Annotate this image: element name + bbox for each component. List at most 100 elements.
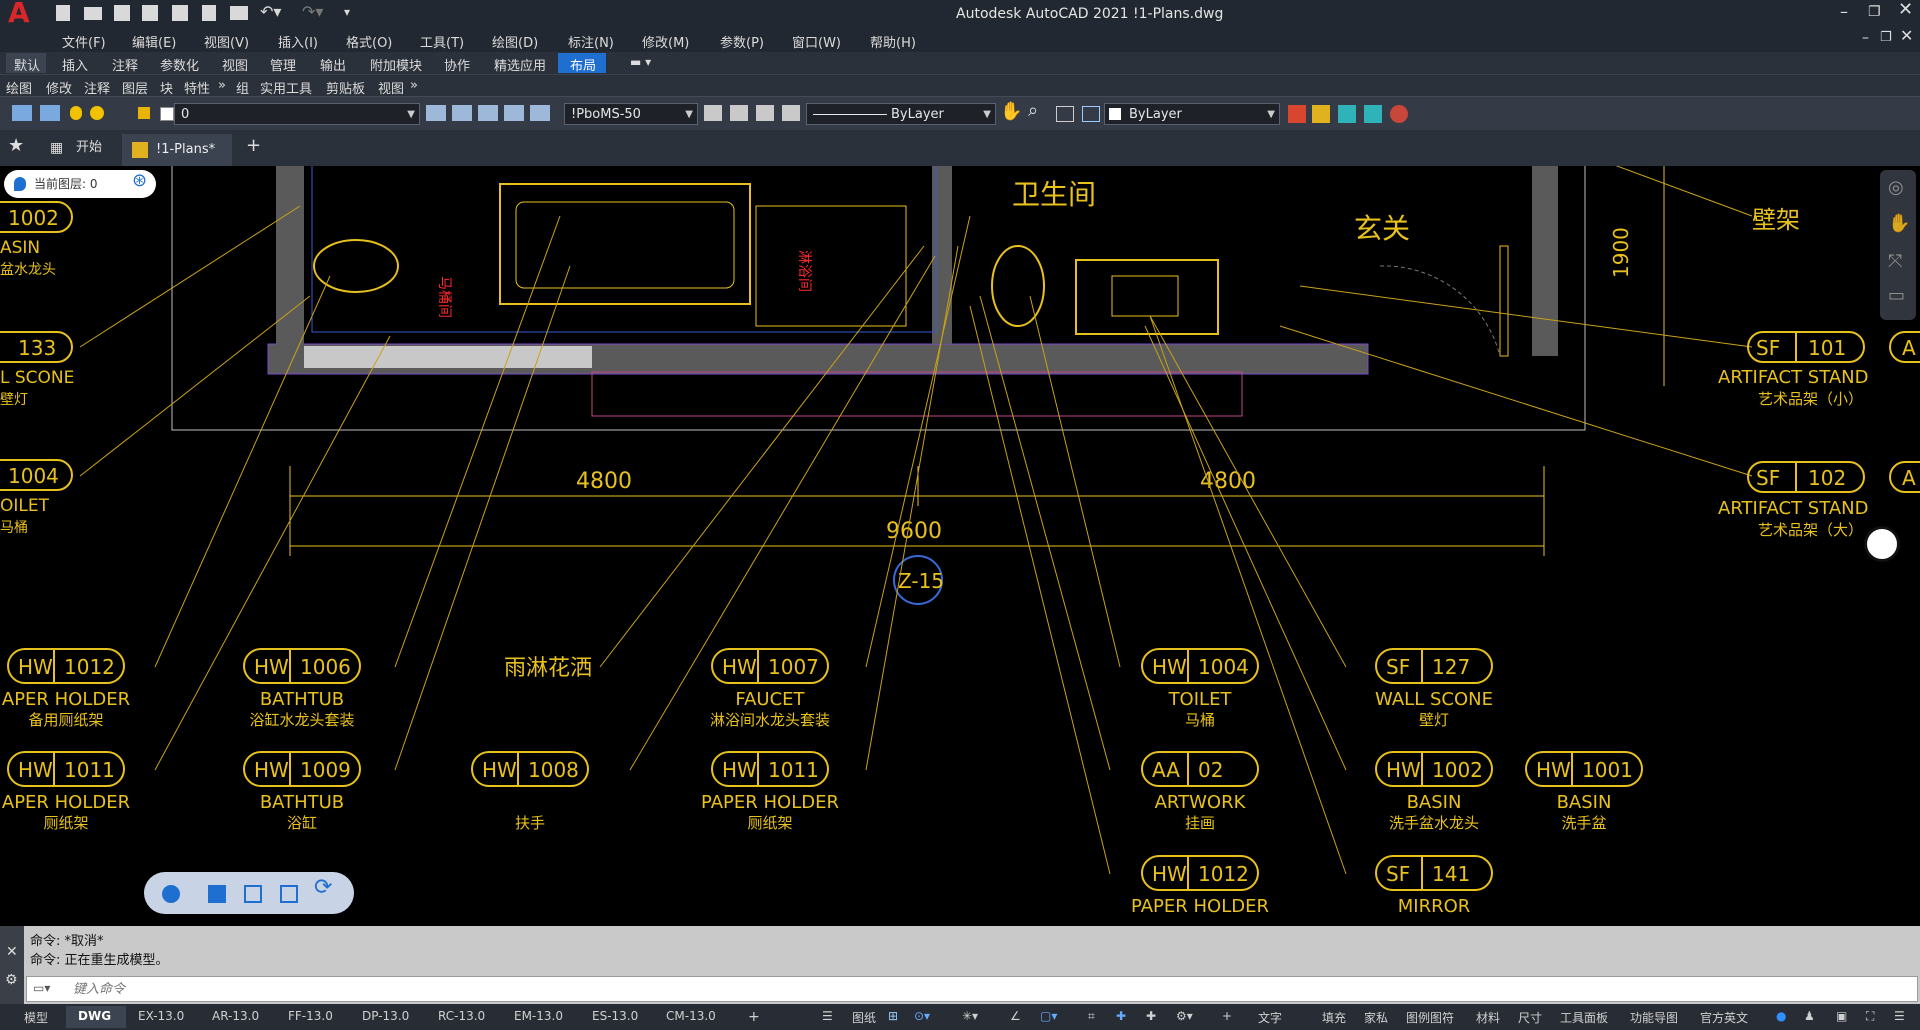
menu-parameter[interactable]: 参数(P) (720, 32, 764, 51)
open-file-icon[interactable] (84, 7, 102, 20)
panel-expand-2[interactable]: » (410, 78, 418, 93)
grid-icon[interactable]: ⊞ (888, 1009, 898, 1023)
polar-icon[interactable]: ∠ (1010, 1009, 1021, 1023)
nav-orbit-icon[interactable]: ▭ (1888, 287, 1905, 305)
star-icon[interactable]: ★ (8, 137, 24, 155)
customize-qat-icon[interactable]: ▾ (344, 4, 350, 20)
new-file-icon[interactable] (56, 5, 70, 21)
ribbon-toggle-icon[interactable]: ▬ ▾ (630, 54, 651, 70)
panel-clipboard[interactable]: 剪贴板 (326, 78, 365, 97)
panel-group[interactable]: 组 (236, 78, 249, 97)
panel-layers[interactable]: 图层 (122, 78, 148, 97)
tab-manage[interactable]: 管理 (270, 55, 296, 74)
new-tab-button[interactable]: + (246, 137, 261, 155)
tab-rc[interactable]: RC-13.0 (438, 1009, 485, 1023)
tool-yellow-icon[interactable] (1312, 105, 1330, 123)
tab-ff[interactable]: FF-13.0 (288, 1009, 333, 1023)
tab-em[interactable]: EM-13.0 (514, 1009, 563, 1023)
layer-previous-icon[interactable] (452, 105, 472, 121)
command-prompt-icon[interactable]: ▭▾ (33, 980, 50, 996)
plugin-logo-icon[interactable] (1864, 526, 1900, 562)
tab-collaborate[interactable]: 协作 (444, 55, 470, 74)
annotation-visibility-icon[interactable]: ✚ (1116, 1009, 1126, 1023)
layer-lock-icon[interactable] (138, 107, 150, 119)
status-official-english[interactable]: 官方英文 (1700, 1009, 1748, 1026)
doc-restore-icon[interactable]: ❐ (1880, 30, 1892, 46)
tool-red-icon-1[interactable] (1288, 105, 1306, 123)
save-icon[interactable] (114, 5, 130, 21)
menu-draw[interactable]: 绘图(D) (492, 32, 538, 51)
hardware-accel-icon[interactable]: ▣ (1836, 1009, 1847, 1023)
tab-ar[interactable]: AR-13.0 (212, 1009, 259, 1023)
menu-window[interactable]: 窗口(W) (792, 32, 841, 51)
undo-icon[interactable]: ↶▾ (260, 4, 281, 20)
layer-off-icon[interactable] (530, 105, 550, 121)
steeringwheel-icon[interactable]: ◎ (1888, 179, 1904, 197)
panel-draw[interactable]: 绘图 (6, 78, 32, 97)
panel-view[interactable]: 视图 (378, 78, 404, 97)
start-tab[interactable]: 开始 (76, 140, 102, 156)
layer-isolate-icon[interactable] (478, 105, 498, 121)
tab-ex[interactable]: EX-13.0 (138, 1009, 184, 1023)
target-icon[interactable]: ⊛ (132, 172, 147, 190)
status-furniture-tool[interactable]: 家私 (1364, 1009, 1388, 1026)
tab-layout[interactable]: 布局 (570, 55, 596, 74)
command-grip[interactable]: ✕ ⚙ (0, 926, 24, 1004)
dimstyle-dropdown[interactable]: !PboMS-50 ▼ (564, 103, 698, 125)
zoom-icon[interactable]: ⌕ (1028, 102, 1038, 120)
menu-file[interactable]: 文件(F) (62, 32, 106, 51)
paper-space-label[interactable]: 图纸 (852, 1009, 876, 1026)
tab-featured-apps[interactable]: 精选应用 (494, 55, 546, 74)
workspace-gear-icon[interactable]: ⚙▾ (1176, 1009, 1193, 1023)
menu-dimension[interactable]: 标注(N) (568, 32, 614, 51)
tab-view[interactable]: 视图 (222, 55, 248, 74)
annotation-scale-icon[interactable]: ✚ (1146, 1009, 1156, 1023)
color-dropdown[interactable]: ByLayer ▼ (1104, 103, 1280, 125)
layout-panel-icon[interactable] (208, 885, 226, 903)
zoom-extents-icon[interactable] (1082, 106, 1100, 122)
menu-view[interactable]: 视图(V) (204, 32, 249, 51)
match-layer-icon[interactable] (426, 105, 446, 121)
tab-addins[interactable]: 附加模块 (370, 55, 422, 74)
layer-freeze-icon[interactable] (90, 106, 104, 120)
multileader-icon[interactable] (704, 105, 722, 121)
doc-minimize-icon[interactable]: – (1862, 30, 1869, 46)
drawing-canvas[interactable]: 卫生间 玄关 壁架 马桶间 淋浴间 4800 4800 9600 1900 Z-… (0, 166, 1920, 926)
print-icon[interactable] (230, 6, 248, 20)
add-leader-icon[interactable] (730, 105, 748, 121)
tab-es[interactable]: ES-13.0 (592, 1009, 638, 1023)
export-sheet-icon[interactable] (244, 885, 262, 903)
nav-zoom-icon[interactable]: ⤧ (1888, 253, 1902, 271)
refresh-icon[interactable]: ⟳ (314, 877, 332, 899)
tool-red-icon-2[interactable] (1390, 105, 1408, 123)
layer-properties-icon[interactable] (12, 105, 32, 121)
settings-gear-icon[interactable] (162, 885, 180, 903)
fullscreen-icon[interactable]: ⛶ (1866, 1009, 1874, 1024)
menu-modify[interactable]: 修改(M) (642, 32, 689, 51)
ortho-icon[interactable]: ✳▾ (962, 1009, 978, 1023)
panel-modify[interactable]: 修改 (46, 78, 72, 97)
document-tab[interactable]: !1-Plans* (122, 134, 232, 166)
tab-annotate[interactable]: 注释 (112, 55, 138, 74)
panel-utilities[interactable]: 实用工具 (260, 78, 312, 97)
align-leader-icon[interactable] (782, 105, 800, 121)
drawing-svg[interactable]: 卫生间 玄关 壁架 马桶间 淋浴间 4800 4800 9600 1900 Z-… (0, 166, 1920, 926)
layer-unisolate-icon[interactable] (504, 105, 524, 121)
panel-properties[interactable]: 特性 (184, 78, 210, 97)
linetype-dropdown[interactable]: ByLayer ▼ (806, 103, 996, 125)
tool-teal-icon-2[interactable] (1364, 105, 1382, 123)
doc-close-icon[interactable]: ✕ (1900, 28, 1913, 44)
command-input[interactable] (71, 979, 1875, 999)
copy-sheet-icon[interactable] (280, 885, 298, 903)
menu-edit[interactable]: 编辑(E) (132, 32, 176, 51)
customize-status-icon[interactable]: ☰ (1894, 1009, 1905, 1023)
status-menu-icon[interactable]: ☰ (822, 1009, 833, 1023)
command-close-icon[interactable]: ✕ (6, 944, 18, 960)
panel-annotate[interactable]: 注释 (84, 78, 110, 97)
layer-state-icon[interactable] (40, 105, 60, 121)
nav-pan-icon[interactable]: ✋ (1888, 215, 1910, 233)
add-layout-button[interactable]: + (748, 1009, 760, 1025)
remove-leader-icon[interactable] (756, 105, 774, 121)
info-icon[interactable]: ● (1776, 1009, 1786, 1023)
snap-icon[interactable]: ⊙▾ (914, 1009, 930, 1023)
